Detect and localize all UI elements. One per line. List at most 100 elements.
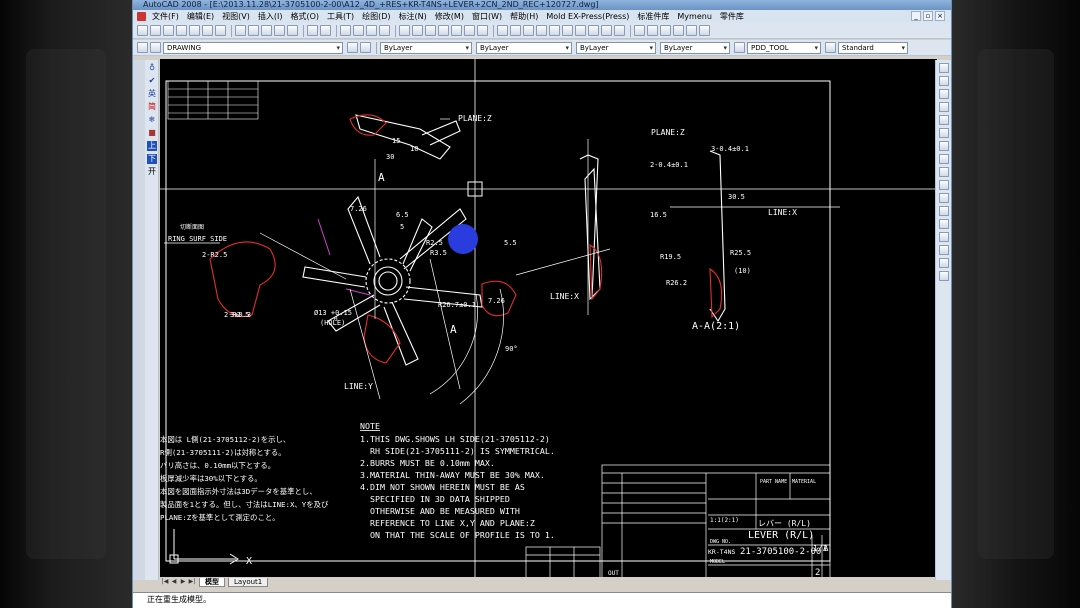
tab-first-icon[interactable]: |◀: [161, 578, 169, 586]
zoom-window-icon[interactable]: [366, 25, 377, 36]
scale-icon[interactable]: [939, 154, 949, 164]
osnap-endpoint-icon[interactable]: [497, 25, 508, 36]
osnap-tangent-icon[interactable]: [562, 25, 573, 36]
menu-help[interactable]: 帮助(H): [510, 11, 538, 22]
help-icon[interactable]: [477, 25, 488, 36]
make-current-layer-icon[interactable]: [347, 42, 358, 53]
save-icon[interactable]: [176, 25, 187, 36]
drawing-canvas[interactable]: PLANE:Z PLANE:Z LINE:X LINE:X LINE:Y RIN…: [160, 59, 937, 577]
undo-icon[interactable]: [307, 25, 318, 36]
close-icon[interactable]: ×: [935, 11, 945, 21]
pan-icon[interactable]: [340, 25, 351, 36]
menu-file[interactable]: 文件(F): [152, 11, 179, 22]
open-icon[interactable]: [163, 25, 174, 36]
dim-linear-icon[interactable]: [634, 25, 645, 36]
osnap-midpoint-icon[interactable]: [510, 25, 521, 36]
qnew-icon[interactable]: [150, 25, 161, 36]
osnap-none-icon[interactable]: [601, 25, 612, 36]
stretch-icon[interactable]: [939, 167, 949, 177]
bulb-icon[interactable]: [150, 42, 161, 53]
tool-left-4[interactable]: ❄: [147, 115, 157, 125]
preview-icon[interactable]: [202, 25, 213, 36]
sheetset-icon[interactable]: [438, 25, 449, 36]
tool-left-5[interactable]: ■: [147, 128, 157, 138]
menu-format[interactable]: 格式(O): [290, 11, 319, 22]
cut-icon[interactable]: [235, 25, 246, 36]
properties-icon[interactable]: [399, 25, 410, 36]
tool-left-8[interactable]: 开: [147, 167, 157, 177]
toolpalettes-icon[interactable]: [425, 25, 436, 36]
polyline-icon[interactable]: [939, 89, 949, 99]
osnap-nearest-icon[interactable]: [588, 25, 599, 36]
osnap-quadrant-icon[interactable]: [549, 25, 560, 36]
text-style-icon[interactable]: [734, 42, 745, 53]
osnap-settings-icon[interactable]: [614, 25, 625, 36]
menu-modify[interactable]: 修改(M): [435, 11, 464, 22]
text-style-dropdown[interactable]: PDD_TOOL: [747, 41, 821, 54]
tool-left-0[interactable]: ♁: [147, 63, 157, 73]
quickcalc-icon[interactable]: [464, 25, 475, 36]
line-icon[interactable]: [939, 63, 949, 73]
polygon-icon[interactable]: [939, 102, 949, 112]
move-icon[interactable]: [939, 128, 949, 138]
array-icon[interactable]: [939, 115, 949, 125]
chamfer-icon[interactable]: [939, 245, 949, 255]
menu-edit[interactable]: 编辑(E): [187, 11, 214, 22]
dim-radius-icon[interactable]: [660, 25, 671, 36]
osnap-intersection-icon[interactable]: [523, 25, 534, 36]
command-line[interactable]: 正在重生成模型。: [133, 592, 951, 608]
menu-tools[interactable]: 工具(T): [327, 11, 354, 22]
extend-icon[interactable]: [939, 193, 949, 203]
lineweight-dropdown[interactable]: ByLayer: [576, 41, 656, 54]
tool-left-1[interactable]: ✔: [147, 76, 157, 86]
linetype-dropdown[interactable]: ByLayer: [476, 41, 572, 54]
dim-style-dropdown[interactable]: Standard: [838, 41, 908, 54]
explode-icon[interactable]: [939, 271, 949, 281]
join-icon[interactable]: [939, 232, 949, 242]
markup-icon[interactable]: [451, 25, 462, 36]
tool-left-6[interactable]: 上: [147, 141, 157, 151]
print-icon[interactable]: [189, 25, 200, 36]
app-icon[interactable]: [137, 12, 146, 21]
paste-icon[interactable]: [261, 25, 272, 36]
rotate-icon[interactable]: [939, 141, 949, 151]
menu-mymenu[interactable]: Mymenu: [677, 12, 712, 21]
blockeditor-icon[interactable]: [287, 25, 298, 36]
menu-dimension[interactable]: 标注(N): [399, 11, 427, 22]
menu-insert[interactable]: 插入(I): [258, 11, 283, 22]
dim-aligned-icon[interactable]: [647, 25, 658, 36]
tab-next-icon[interactable]: ▶: [179, 578, 187, 586]
tool-left-7[interactable]: 下: [147, 154, 157, 164]
trim-icon[interactable]: [939, 180, 949, 190]
layer-dropdown[interactable]: DRAWING: [163, 41, 343, 54]
layer-previous-icon[interactable]: [360, 42, 371, 53]
restore-icon[interactable]: ▫: [923, 11, 933, 21]
menu-mold-express[interactable]: Mold EX-Press(Press): [546, 12, 629, 21]
tab-model[interactable]: 模型: [199, 577, 225, 587]
dim-diameter-icon[interactable]: [673, 25, 684, 36]
menu-standard-parts[interactable]: 标准件库: [637, 11, 669, 22]
dim-style-icon[interactable]: [825, 42, 836, 53]
zoom-previous-icon[interactable]: [379, 25, 390, 36]
menu-window[interactable]: 窗口(W): [472, 11, 502, 22]
dim-angular-icon[interactable]: [686, 25, 697, 36]
zoom-realtime-icon[interactable]: [353, 25, 364, 36]
minimize-icon[interactable]: _: [911, 11, 921, 21]
menu-draw[interactable]: 绘图(D): [362, 11, 390, 22]
plotstyle-dropdown[interactable]: ByLayer: [660, 41, 730, 54]
menu-view[interactable]: 视图(V): [222, 11, 250, 22]
redo-icon[interactable]: [320, 25, 331, 36]
new-icon[interactable]: [137, 25, 148, 36]
menu-parts-library[interactable]: 零件库: [720, 11, 744, 22]
tab-layout1[interactable]: Layout1: [228, 577, 269, 587]
copy-icon[interactable]: [248, 25, 259, 36]
tolerance-icon[interactable]: [699, 25, 710, 36]
designcenter-icon[interactable]: [412, 25, 423, 36]
tool-left-3[interactable]: 简: [147, 102, 157, 112]
tab-prev-icon[interactable]: ◀: [170, 578, 178, 586]
xline-icon[interactable]: [939, 76, 949, 86]
fillet-icon[interactable]: [939, 258, 949, 268]
publish-icon[interactable]: [215, 25, 226, 36]
osnap-center-icon[interactable]: [536, 25, 547, 36]
tab-last-icon[interactable]: ▶|: [188, 578, 196, 586]
